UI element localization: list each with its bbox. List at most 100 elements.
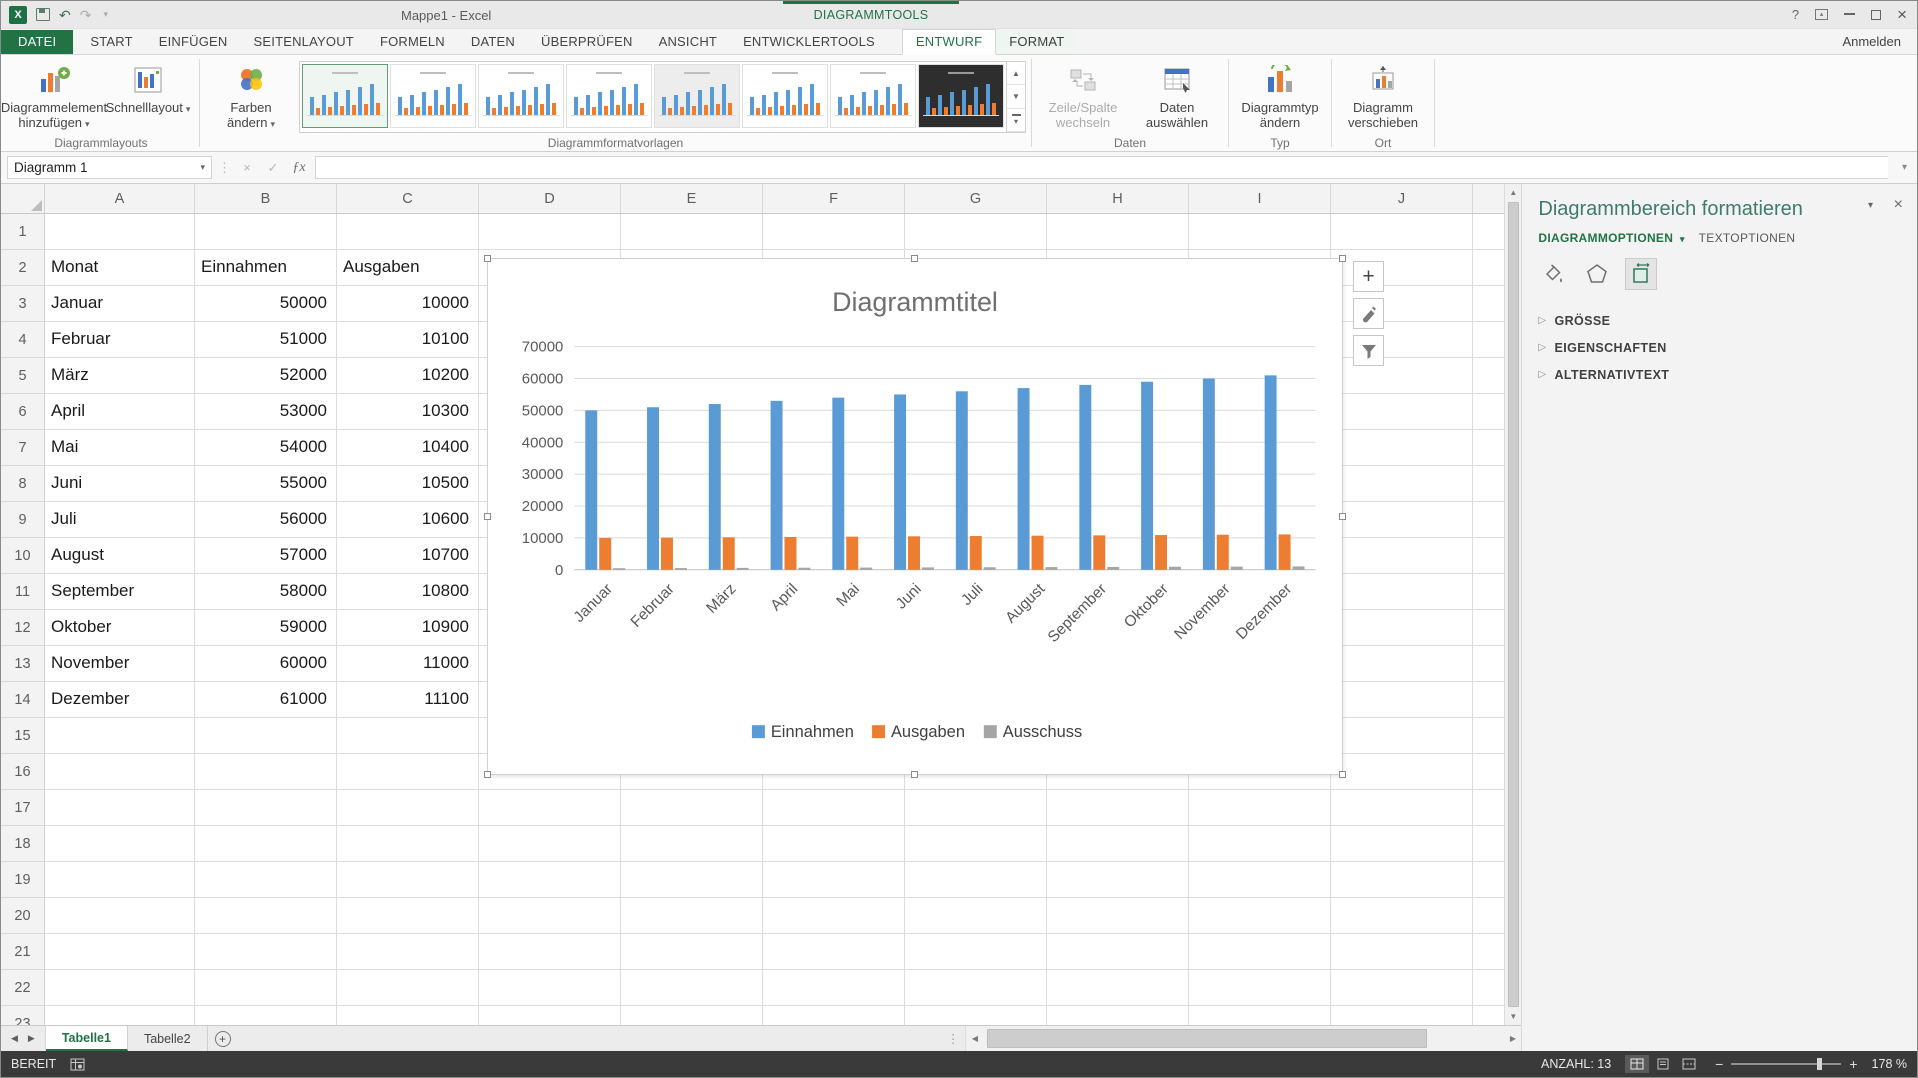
gallery-more-icon[interactable]: ▾ — [1007, 109, 1025, 132]
row-header-7[interactable]: 7 — [1, 430, 45, 466]
cell-partial-5[interactable] — [1473, 358, 1506, 394]
effects-icon[interactable] — [1582, 259, 1612, 289]
row-header-1[interactable]: 1 — [1, 214, 45, 250]
cell-A14[interactable]: Dezember — [45, 682, 195, 718]
macro-record-icon[interactable] — [70, 1058, 85, 1071]
zoom-out-icon[interactable]: − — [1715, 1056, 1723, 1072]
cell-A21[interactable] — [45, 934, 195, 970]
ribbon-tab-datei[interactable]: DATEI — [1, 30, 73, 54]
redo-icon[interactable]: ↷ — [80, 8, 92, 22]
row-header-9[interactable]: 9 — [1, 502, 45, 538]
new-sheet-button[interactable]: + — [208, 1026, 238, 1051]
cell-B4[interactable]: 51000 — [195, 322, 337, 358]
page-break-view-icon[interactable] — [1677, 1055, 1701, 1073]
cell-D1[interactable] — [479, 214, 621, 250]
cell-I22[interactable] — [1189, 970, 1331, 1006]
chart-style-7[interactable] — [830, 64, 916, 128]
row-header-6[interactable]: 6 — [1, 394, 45, 430]
scroll-up-icon[interactable]: ▲ — [1505, 184, 1521, 201]
page-layout-view-icon[interactable] — [1651, 1055, 1675, 1073]
cell-E17[interactable] — [621, 790, 763, 826]
cell-C11[interactable]: 10800 — [337, 574, 479, 610]
cell-C3[interactable]: 10000 — [337, 286, 479, 322]
formula-bar-handle-icon[interactable]: ⋮ — [218, 160, 231, 176]
cell-B11[interactable]: 58000 — [195, 574, 337, 610]
scroll-left-icon[interactable]: ◀ — [966, 1034, 983, 1043]
cell-A20[interactable] — [45, 898, 195, 934]
move-chart-button[interactable]: Diagramm verschieben — [1337, 59, 1429, 135]
cell-B1[interactable] — [195, 214, 337, 250]
vertical-scrollbar[interactable]: ▲ ▼ — [1504, 184, 1521, 1025]
row-header-11[interactable]: 11 — [1, 574, 45, 610]
cell-partial-7[interactable] — [1473, 430, 1506, 466]
cell-J7[interactable] — [1331, 430, 1473, 466]
row-header-12[interactable]: 12 — [1, 610, 45, 646]
cell-partial-11[interactable] — [1473, 574, 1506, 610]
cell-A22[interactable] — [45, 970, 195, 1006]
row-header-3[interactable]: 3 — [1, 286, 45, 322]
tab-textoptionen[interactable]: TEXTOPTIONEN — [1699, 231, 1796, 245]
column-header-c[interactable]: C — [337, 184, 479, 213]
cell-partial-12[interactable] — [1473, 610, 1506, 646]
cell-J10[interactable] — [1331, 538, 1473, 574]
cell-B18[interactable] — [195, 826, 337, 862]
normal-view-icon[interactable] — [1625, 1055, 1649, 1073]
cell-A1[interactable] — [45, 214, 195, 250]
cell-partial-9[interactable] — [1473, 502, 1506, 538]
zoom-slider[interactable] — [1731, 1063, 1841, 1065]
cell-B10[interactable]: 57000 — [195, 538, 337, 574]
cell-E18[interactable] — [621, 826, 763, 862]
row-header-21[interactable]: 21 — [1, 934, 45, 970]
cell-D22[interactable] — [479, 970, 621, 1006]
cell-partial-8[interactable] — [1473, 466, 1506, 502]
sheet-nav-left-icon[interactable]: ◀ — [11, 1033, 18, 1044]
cell-partial-17[interactable] — [1473, 790, 1506, 826]
cell-F1[interactable] — [763, 214, 905, 250]
cell-B14[interactable]: 61000 — [195, 682, 337, 718]
pane-options-icon[interactable]: ▾ — [1868, 200, 1873, 211]
excel-app-icon[interactable]: X — [9, 6, 27, 24]
column-header-partial[interactable] — [1473, 184, 1506, 213]
cell-G1[interactable] — [905, 214, 1047, 250]
sign-in-link[interactable]: Anmelden — [1826, 30, 1917, 54]
cell-partial-22[interactable] — [1473, 970, 1506, 1006]
cell-B2[interactable]: Einnahmen — [195, 250, 337, 286]
cell-H22[interactable] — [1047, 970, 1189, 1006]
cell-J12[interactable] — [1331, 610, 1473, 646]
cell-B5[interactable]: 52000 — [195, 358, 337, 394]
change-chart-type-button[interactable]: Diagrammtyp ändern — [1234, 59, 1326, 135]
cell-A11[interactable]: September — [45, 574, 195, 610]
cell-C17[interactable] — [337, 790, 479, 826]
cell-J11[interactable] — [1331, 574, 1473, 610]
cell-G21[interactable] — [905, 934, 1047, 970]
row-header-16[interactable]: 16 — [1, 754, 45, 790]
cell-partial-19[interactable] — [1473, 862, 1506, 898]
cell-A7[interactable]: Mai — [45, 430, 195, 466]
cell-J9[interactable] — [1331, 502, 1473, 538]
ribbon-tab-einfügen[interactable]: EINFÜGEN — [146, 30, 241, 54]
cell-J15[interactable] — [1331, 718, 1473, 754]
cell-partial-3[interactable] — [1473, 286, 1506, 322]
cell-A4[interactable]: Februar — [45, 322, 195, 358]
row-header-22[interactable]: 22 — [1, 970, 45, 1006]
cell-E23[interactable] — [621, 1006, 763, 1025]
ribbon-tab-seitenlayout[interactable]: SEITENLAYOUT — [241, 30, 367, 54]
sheet-tab-tabelle2[interactable]: Tabelle2 — [128, 1026, 208, 1051]
cell-F17[interactable] — [763, 790, 905, 826]
column-header-g[interactable]: G — [905, 184, 1047, 213]
cancel-entry-icon[interactable]: × — [237, 160, 257, 175]
chart-resize-handle[interactable] — [911, 771, 918, 778]
cell-D21[interactable] — [479, 934, 621, 970]
cell-C2[interactable]: Ausgaben — [337, 250, 479, 286]
cell-D23[interactable] — [479, 1006, 621, 1025]
cell-G20[interactable] — [905, 898, 1047, 934]
cell-A19[interactable] — [45, 862, 195, 898]
select-all-button[interactable] — [1, 184, 45, 213]
cell-A23[interactable] — [45, 1006, 195, 1025]
cell-E21[interactable] — [621, 934, 763, 970]
cell-B9[interactable]: 56000 — [195, 502, 337, 538]
cell-A6[interactable]: April — [45, 394, 195, 430]
ribbon-tab-start[interactable]: START — [77, 30, 145, 54]
cell-C18[interactable] — [337, 826, 479, 862]
cell-B3[interactable]: 50000 — [195, 286, 337, 322]
